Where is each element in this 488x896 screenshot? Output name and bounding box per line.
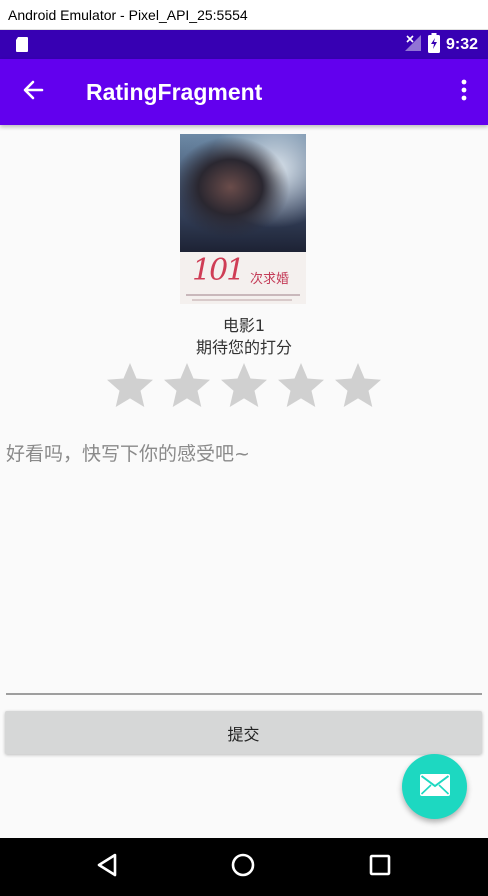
- movie-name: 电影1: [222, 316, 266, 335]
- status-time: 9:32: [445, 36, 478, 53]
- movie-poster: 101 次求婚: [180, 134, 306, 304]
- sd-card-icon: [14, 36, 30, 52]
- arrow-back-icon: [22, 79, 44, 105]
- back-button[interactable]: [14, 73, 52, 111]
- rating-content: 101 次求婚 电影1 期待您的打分 提交: [0, 125, 488, 838]
- poster-title: 101: [192, 253, 245, 288]
- nav-home-button[interactable]: [226, 850, 260, 884]
- back-triangle-icon: [96, 853, 118, 881]
- mail-fab-button[interactable]: [402, 754, 467, 819]
- rating-hint: 期待您的打分: [195, 338, 292, 357]
- star-icon[interactable]: [218, 360, 270, 412]
- nav-back-button[interactable]: [90, 850, 124, 884]
- star-icon[interactable]: [275, 360, 327, 412]
- more-vert-icon: [460, 79, 468, 105]
- star-icon[interactable]: [104, 360, 156, 412]
- window-title: Android Emulator - Pixel_API_25:5554: [8, 6, 248, 23]
- star-icon[interactable]: [161, 360, 213, 412]
- page-title: RatingFragment: [86, 79, 263, 105]
- overflow-menu-button[interactable]: [452, 73, 476, 111]
- rating-bar[interactable]: [104, 360, 384, 412]
- status-bar: 9:32: [0, 30, 488, 59]
- app-bar: RatingFragment: [0, 59, 488, 125]
- nav-recents-button[interactable]: [363, 850, 397, 884]
- mail-icon: [419, 773, 450, 800]
- home-circle-icon: [231, 853, 255, 881]
- poster-credits-line: [186, 294, 300, 296]
- poster-subtitle: 次求婚: [250, 272, 290, 287]
- star-icon[interactable]: [332, 360, 384, 412]
- battery-charging-icon: [427, 33, 440, 57]
- poster-photo: [180, 134, 306, 252]
- comment-input[interactable]: [6, 439, 482, 695]
- recents-square-icon: [369, 854, 391, 880]
- window-title-bar: Android Emulator - Pixel_API_25:5554: [0, 0, 488, 30]
- no-signal-icon: [404, 34, 422, 56]
- poster-credits-line: [192, 299, 292, 301]
- navigation-bar: [0, 838, 488, 896]
- submit-button[interactable]: 提交: [5, 711, 482, 754]
